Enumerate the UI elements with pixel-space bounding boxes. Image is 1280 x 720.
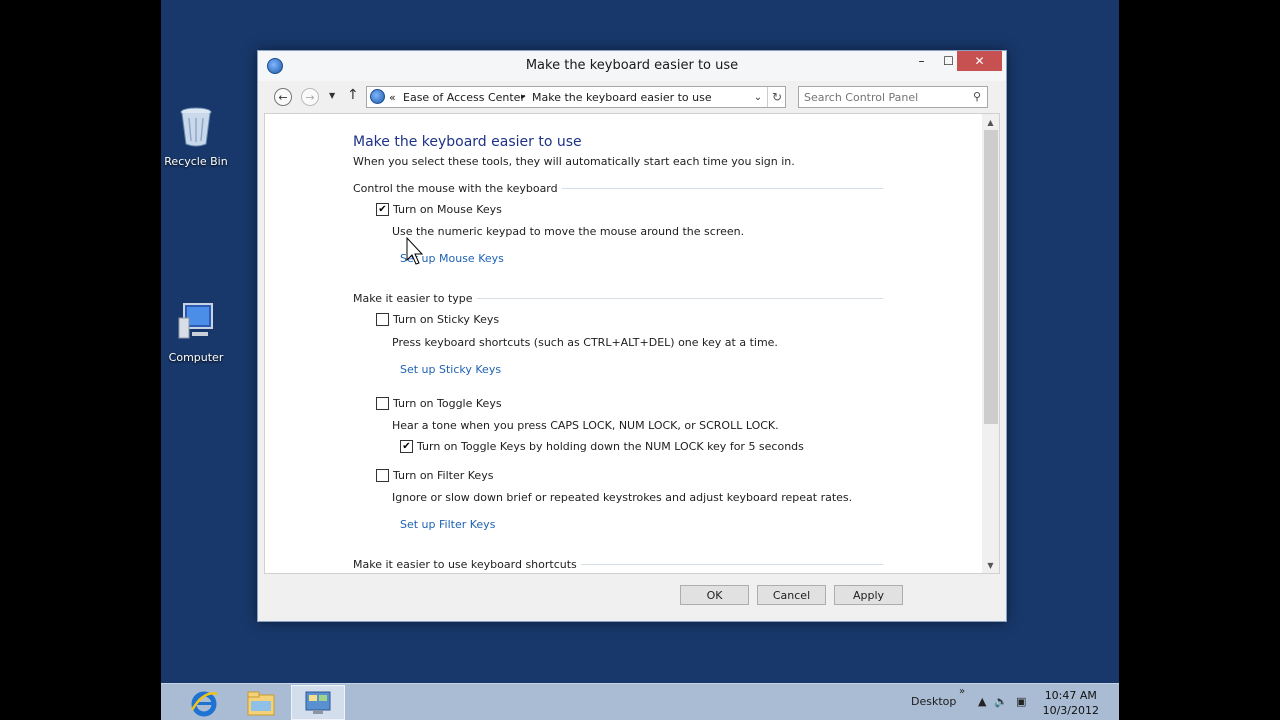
taskbar: Desktop » ▲ 🔈 ▣ 10:47 AM 10/3/2012: [161, 683, 1119, 720]
scroll-up-button[interactable]: ▲: [982, 114, 999, 130]
computer-icon: [178, 303, 213, 339]
search-box[interactable]: ⚲: [798, 86, 988, 108]
close-button[interactable]: ✕: [957, 51, 1002, 71]
minimize-button[interactable]: –: [908, 51, 935, 71]
breadcrumb-current-page[interactable]: Make the keyboard easier to use: [532, 91, 712, 104]
scroll-thumb[interactable]: [984, 130, 998, 424]
checkbox-box[interactable]: [376, 397, 389, 410]
volume-button[interactable]: 🔈: [994, 695, 1008, 708]
control-panel-icon: [370, 89, 385, 104]
up-button[interactable]: ↑: [347, 87, 359, 103]
checkbox-mouse-keys[interactable]: ✔ Turn on Mouse Keys: [376, 203, 502, 216]
cancel-button[interactable]: Cancel: [757, 585, 826, 605]
clock[interactable]: 10:47 AM 10/3/2012: [1043, 688, 1099, 718]
search-icon[interactable]: ⚲: [973, 90, 981, 103]
speaker-icon: 🔈: [994, 695, 1008, 708]
chevron-up-icon: ▲: [987, 117, 994, 127]
set-up-filter-keys-link[interactable]: Set up Filter Keys: [400, 518, 495, 531]
section-mouse-keys: Control the mouse with the keyboard: [353, 182, 883, 196]
checkbox-label: Turn on Sticky Keys: [393, 313, 500, 326]
checkbox-label: Turn on Filter Keys: [393, 469, 494, 482]
taskbar-control-panel[interactable]: [291, 685, 345, 720]
desktop-icon-computer[interactable]: Computer: [161, 300, 234, 364]
show-hidden-icons-button[interactable]: ▲: [978, 695, 986, 708]
network-icon: ▣: [1016, 695, 1027, 708]
desktop: Recycle Bin Computer Make the keyboard e…: [161, 0, 1119, 720]
checkbox-sticky-keys[interactable]: Turn on Sticky Keys: [376, 313, 499, 326]
checkbox-label: Turn on Toggle Keys: [393, 397, 502, 410]
clock-time: 10:47 AM: [1044, 689, 1097, 702]
vertical-scrollbar[interactable]: ▲ ▼: [982, 114, 999, 573]
mouse-cursor-icon: [406, 237, 424, 265]
desktop-icon-label: Computer: [168, 351, 224, 364]
address-bar[interactable]: « Ease of Access Center ▸ Make the keybo…: [366, 86, 786, 108]
toggle-keys-description: Hear a tone when you press CAPS LOCK, NU…: [392, 419, 779, 432]
forward-button[interactable]: →: [301, 88, 319, 106]
sticky-keys-description: Press keyboard shortcuts (such as CTRL+A…: [392, 336, 778, 349]
recycle-bin-icon: [180, 107, 212, 147]
chevron-down-icon: ▼: [987, 560, 994, 570]
checkbox-filter-keys[interactable]: Turn on Filter Keys: [376, 469, 493, 482]
section-typing: Make it easier to type: [353, 292, 883, 306]
section-heading: Control the mouse with the keyboard: [353, 182, 562, 195]
address-dropdown-button[interactable]: ⌄: [749, 88, 767, 106]
checkbox-box[interactable]: [376, 469, 389, 482]
search-input[interactable]: [804, 90, 964, 104]
ok-button[interactable]: OK: [680, 585, 749, 605]
filter-keys-description: Ignore or slow down brief or repeated ke…: [392, 491, 853, 504]
checkbox-toggle-keys-num-lock[interactable]: ✔ Turn on Toggle Keys by holding down th…: [400, 440, 804, 453]
forward-arrow-icon: →: [305, 90, 315, 104]
control-panel-icon: [305, 691, 331, 714]
checkbox-box[interactable]: ✔: [400, 440, 413, 453]
refresh-icon: ↻: [771, 90, 783, 104]
taskbar-file-explorer[interactable]: [234, 685, 288, 720]
content-pane: Make the keyboard easier to use When you…: [264, 113, 1000, 574]
desktop-icon-label: Recycle Bin: [164, 155, 228, 168]
back-arrow-icon: ←: [278, 90, 288, 104]
chevron-up-icon: ▲: [978, 695, 987, 708]
toolbar-overflow-button[interactable]: »: [959, 686, 965, 697]
page-subtitle: When you select these tools, they will a…: [353, 155, 795, 168]
internet-explorer-icon: [190, 691, 218, 716]
window-title: Make the keyboard easier to use: [525, 58, 739, 73]
checkbox-box[interactable]: [376, 313, 389, 326]
back-button[interactable]: ←: [274, 88, 292, 106]
chevron-down-icon: ⌄: [753, 91, 763, 103]
refresh-button[interactable]: ↻: [767, 87, 786, 107]
file-explorer-icon: [247, 691, 275, 715]
breadcrumb-ease-of-access-center[interactable]: Ease of Access Center: [403, 91, 525, 104]
network-button[interactable]: ▣: [1016, 695, 1026, 708]
checkbox-label: Turn on Toggle Keys by holding down the …: [417, 440, 804, 453]
section-keyboard-shortcuts: Make it easier to use keyboard shortcuts: [353, 558, 883, 572]
control-panel-window: Make the keyboard easier to use – ☐ ✕ ← …: [257, 50, 1007, 622]
section-heading: Make it easier to use keyboard shortcuts: [353, 558, 581, 571]
address-overflow-chevron[interactable]: «: [389, 91, 396, 104]
navigation-bar: ← → ▼ ↑ « Ease of Access Center ▸ Make t…: [258, 81, 1006, 113]
scroll-down-button[interactable]: ▼: [982, 557, 999, 573]
title-bar[interactable]: Make the keyboard easier to use – ☐ ✕: [258, 51, 1006, 81]
page-title: Make the keyboard easier to use: [353, 134, 582, 150]
taskbar-internet-explorer[interactable]: [177, 685, 231, 720]
set-up-sticky-keys-link[interactable]: Set up Sticky Keys: [400, 363, 501, 376]
checkbox-label: Turn on Mouse Keys: [393, 203, 502, 216]
desktop-icon-recycle-bin[interactable]: Recycle Bin: [161, 104, 234, 168]
desktop-toolbar-label[interactable]: Desktop: [911, 695, 956, 708]
breadcrumb-separator[interactable]: ▸: [521, 92, 526, 102]
checkbox-toggle-keys[interactable]: Turn on Toggle Keys: [376, 397, 502, 410]
checkbox-box[interactable]: ✔: [376, 203, 389, 216]
recent-pages-dropdown[interactable]: ▼: [329, 91, 335, 100]
mouse-keys-description: Use the numeric keypad to move the mouse…: [392, 225, 745, 238]
clock-date: 10/3/2012: [1042, 704, 1099, 717]
apply-button[interactable]: Apply: [834, 585, 903, 605]
section-heading: Make it easier to type: [353, 292, 477, 305]
